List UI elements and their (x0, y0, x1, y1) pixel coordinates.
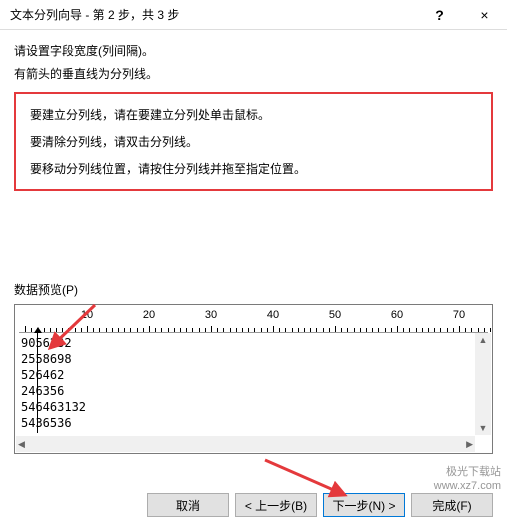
ruler-tick-40: 40 (267, 309, 279, 321)
instruction-1: 请设置字段宽度(列间隔)。 (14, 42, 493, 59)
table-row: 526462 (21, 367, 488, 383)
box-line-2: 要清除分列线，请双击分列线。 (30, 133, 477, 150)
ruler-tick-70: 70 (453, 309, 465, 321)
button-row: 取消 < 上一步(B) 下一步(N) > 完成(F) (147, 493, 493, 517)
close-button[interactable]: × (462, 0, 507, 30)
preview-box[interactable]: 10 20 30 40 50 60 70 9056232255869852646224635… (14, 304, 493, 454)
ruler-tick-20: 20 (143, 309, 155, 321)
box-line-1: 要建立分列线，请在要建立分列处单击鼠标。 (30, 106, 477, 123)
table-row: 5436536 (21, 415, 488, 431)
next-button[interactable]: 下一步(N) > (323, 493, 405, 517)
watermark-line-2: www.xz7.com (434, 479, 501, 493)
preview-data[interactable]: 9056232255869852646224635654646313254365… (15, 333, 492, 453)
cancel-button[interactable]: 取消 (147, 493, 229, 517)
finish-button[interactable]: 完成(F) (411, 493, 493, 517)
scroll-right-icon[interactable]: ▶ (464, 437, 475, 452)
horizontal-scrollbar[interactable]: ◀ ▶ (16, 436, 475, 452)
table-row: 2558698 (21, 351, 488, 367)
table-row: 546463132 (21, 399, 488, 415)
titlebar: 文本分列向导 - 第 2 步，共 3 步 ? × (0, 0, 507, 30)
watermark: 极光下载站 www.xz7.com (434, 465, 501, 493)
ruler[interactable]: 10 20 30 40 50 60 70 (19, 309, 488, 333)
dialog-content: 请设置字段宽度(列间隔)。 有箭头的垂直线为分列线。 要建立分列线，请在要建立分… (0, 30, 507, 454)
scroll-up-icon[interactable]: ▲ (477, 333, 490, 347)
vertical-scrollbar[interactable]: ▲ ▼ (475, 333, 491, 435)
help-button[interactable]: ? (417, 0, 462, 30)
preview-label: 数据预览(P) (14, 281, 493, 298)
ruler-tick-60: 60 (391, 309, 403, 321)
titlebar-buttons: ? × (417, 0, 507, 30)
window-title: 文本分列向导 - 第 2 步，共 3 步 (10, 6, 179, 23)
column-break-line[interactable] (37, 333, 38, 433)
table-row: 246356 (21, 383, 488, 399)
table-row: 9056232 (21, 335, 488, 351)
back-button[interactable]: < 上一步(B) (235, 493, 317, 517)
ruler-tick-30: 30 (205, 309, 217, 321)
ruler-tick-50: 50 (329, 309, 341, 321)
instruction-2: 有箭头的垂直线为分列线。 (14, 65, 493, 82)
ruler-tick-10: 10 (81, 309, 93, 321)
watermark-line-1: 极光下载站 (434, 465, 501, 479)
box-line-3: 要移动分列线位置，请按住分列线并拖至指定位置。 (30, 160, 477, 177)
instruction-box: 要建立分列线，请在要建立分列处单击鼠标。 要清除分列线，请双击分列线。 要移动分… (14, 92, 493, 191)
scroll-left-icon[interactable]: ◀ (16, 437, 27, 452)
scroll-down-icon[interactable]: ▼ (477, 421, 490, 435)
